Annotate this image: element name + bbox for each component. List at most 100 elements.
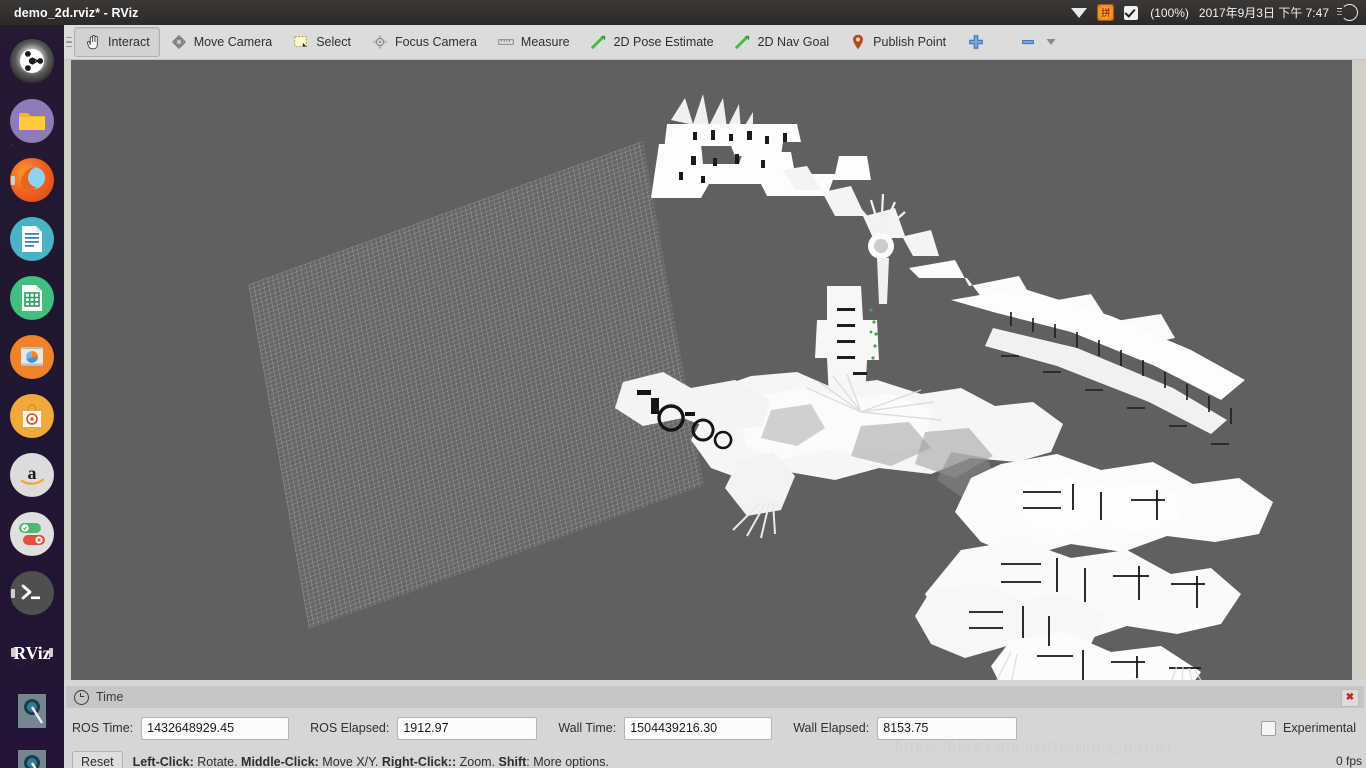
- launcher-item-terminal[interactable]: [10, 571, 54, 615]
- rviz-application-window: demo_2d.rviz* - RViz 拼 (100%) 2017年9月3日 …: [0, 0, 1366, 768]
- clock-indicator[interactable]: 2017年9月3日 下午 7:47: [1199, 4, 1329, 21]
- input-method-icon: 拼: [1097, 4, 1115, 21]
- tool-label: Select: [316, 35, 351, 49]
- window-title: demo_2d.rviz* - RViz: [14, 5, 139, 20]
- time-panel-close-button[interactable]: ✖: [1341, 689, 1359, 707]
- unity-launcher: a RViz: [0, 25, 64, 768]
- svg-text:RViz: RViz: [13, 643, 50, 663]
- launcher-item-libreoffice-writer[interactable]: [10, 217, 54, 261]
- tool-move-camera[interactable]: Move Camera: [160, 27, 283, 57]
- settings-toggle-icon: [19, 523, 45, 545]
- launcher-running-pip: [11, 588, 15, 598]
- datetime-label: 2017年9月3日 下午 7:47: [1198, 6, 1329, 20]
- tool-2d-nav-goal[interactable]: 2D Nav Goal: [724, 27, 840, 57]
- launcher-item-ubuntu-software[interactable]: [10, 394, 54, 438]
- launcher-item-files[interactable]: [10, 99, 54, 143]
- add-tool-button[interactable]: [956, 27, 996, 57]
- ros-time-label: ROS Time:: [72, 721, 134, 735]
- wall-elapsed-input[interactable]: 8153.75: [877, 716, 1018, 740]
- tool-label: Focus Camera: [394, 35, 477, 49]
- tool-label: Publish Point: [873, 35, 947, 49]
- launcher-item-amazon[interactable]: a: [10, 453, 54, 497]
- tool-interact[interactable]: Interact: [74, 27, 160, 57]
- hint-right-click: Right-Click::: [381, 755, 457, 768]
- ros-elapsed-label: ROS Elapsed:: [310, 721, 390, 735]
- experimental-checkbox[interactable]: [1261, 720, 1277, 736]
- tool-2d-pose-estimate[interactable]: 2D Pose Estimate: [580, 27, 724, 57]
- spreadsheet-icon: [22, 285, 42, 311]
- rviz-window-icon: [18, 750, 46, 768]
- wall-time-input[interactable]: 1504439216.30: [624, 716, 773, 740]
- launcher-item-libreoffice-impress[interactable]: [10, 335, 54, 379]
- time-panel: Time ✖ ROS Time: 1432648929.45 ROS Elaps…: [64, 680, 1366, 768]
- tool-label: 2D Nav Goal: [757, 35, 830, 49]
- chevron-down-icon: [1046, 39, 1056, 45]
- hint-rotate: Rotate.: [193, 755, 242, 768]
- wall-time-label: Wall Time:: [558, 721, 617, 735]
- remove-tool-button[interactable]: [1010, 27, 1065, 57]
- rviz-window-icon: [18, 694, 46, 728]
- move-camera-icon: [171, 34, 186, 50]
- launcher-item-rviz-window-2[interactable]: [10, 745, 54, 768]
- tool-label: Measure: [520, 35, 570, 49]
- power-session-icon: [1337, 4, 1358, 21]
- toolbar-drag-handle[interactable]: [64, 25, 74, 59]
- checked-box-icon: [1124, 5, 1139, 20]
- document-icon: [22, 226, 42, 252]
- svg-text:a: a: [28, 463, 37, 483]
- launcher-item-libreoffice-calc[interactable]: [10, 276, 54, 320]
- desktop-top-panel: demo_2d.rviz* - RViz 拼 (100%) 2017年9月3日 …: [0, 0, 1366, 25]
- ruler-icon: [498, 39, 514, 45]
- hint-zoom: Zoom.: [456, 755, 499, 768]
- system-tray: 拼 (100%) 2017年9月3日 下午 7:47: [1071, 4, 1358, 21]
- tool-label: Interact: [108, 35, 150, 49]
- green-arrow-icon: [734, 35, 749, 49]
- rviz-3d-render-view[interactable]: [71, 60, 1352, 685]
- battery-level-label: (100%): [1150, 5, 1189, 20]
- time-panel-titlebar: Time ✖: [66, 686, 1364, 708]
- input-method-indicator[interactable]: 拼: [1097, 4, 1115, 21]
- presentation-icon: [21, 347, 43, 366]
- battery-indicator[interactable]: (100%): [1124, 5, 1189, 20]
- focus-camera-icon: [372, 34, 388, 50]
- terminal-icon: [21, 584, 40, 600]
- launcher-item-rviz-window[interactable]: [10, 689, 54, 733]
- reset-button[interactable]: Reset: [72, 750, 123, 768]
- rviz-tool-toolbar: Interact Move Camera Select Focus Camera…: [64, 25, 1366, 60]
- wifi-triangle-icon: [1071, 7, 1088, 18]
- hint-more-options: : More options.: [526, 755, 609, 768]
- map-pin-icon: [853, 34, 864, 50]
- launcher-item-rviz[interactable]: RViz: [10, 630, 54, 674]
- launcher-item-ubuntu-dash[interactable]: [10, 39, 54, 83]
- rviz-status-bar: Reset Left-Click: Rotate. Middle-Click: …: [64, 750, 1366, 768]
- rviz-main-window: Interact Move Camera Select Focus Camera…: [64, 25, 1366, 768]
- tool-focus-camera[interactable]: Focus Camera: [361, 27, 487, 57]
- hint-move: Move X/Y.: [318, 755, 382, 768]
- hint-left-click: Left-Click:: [132, 755, 194, 768]
- launcher-item-system-settings[interactable]: [10, 512, 54, 556]
- tool-select[interactable]: Select: [282, 27, 361, 57]
- launcher-item-firefox[interactable]: [10, 158, 54, 202]
- tool-publish-point[interactable]: Publish Point: [839, 27, 956, 57]
- tool-label: Move Camera: [193, 35, 273, 49]
- rviz-logo-icon: RViz: [13, 643, 50, 663]
- time-panel-title: Time: [96, 690, 124, 704]
- launcher-running-pip: [11, 647, 15, 657]
- experimental-label: Experimental: [1283, 721, 1356, 735]
- ros-time-input[interactable]: 1432648929.45: [141, 716, 290, 740]
- occupancy-grid-map-display: [615, 94, 1273, 685]
- ubuntu-logo-icon: [20, 49, 44, 73]
- network-indicator[interactable]: [1071, 7, 1088, 18]
- shopping-bag-icon: [23, 404, 41, 427]
- launcher-running-pip: [11, 175, 15, 185]
- minus-icon: [1022, 40, 1035, 45]
- ros-elapsed-input[interactable]: 1912.97: [397, 716, 538, 740]
- folder-icon: [19, 113, 45, 130]
- session-indicator[interactable]: [1337, 4, 1358, 21]
- tool-label: 2D Pose Estimate: [613, 35, 714, 49]
- selection-box-icon: [294, 36, 308, 48]
- time-fields-row: ROS Time: 1432648929.45 ROS Elapsed: 191…: [64, 713, 1366, 743]
- clock-icon: [74, 689, 89, 705]
- tool-measure[interactable]: Measure: [487, 27, 580, 57]
- fps-counter: 0 fps: [1335, 754, 1362, 768]
